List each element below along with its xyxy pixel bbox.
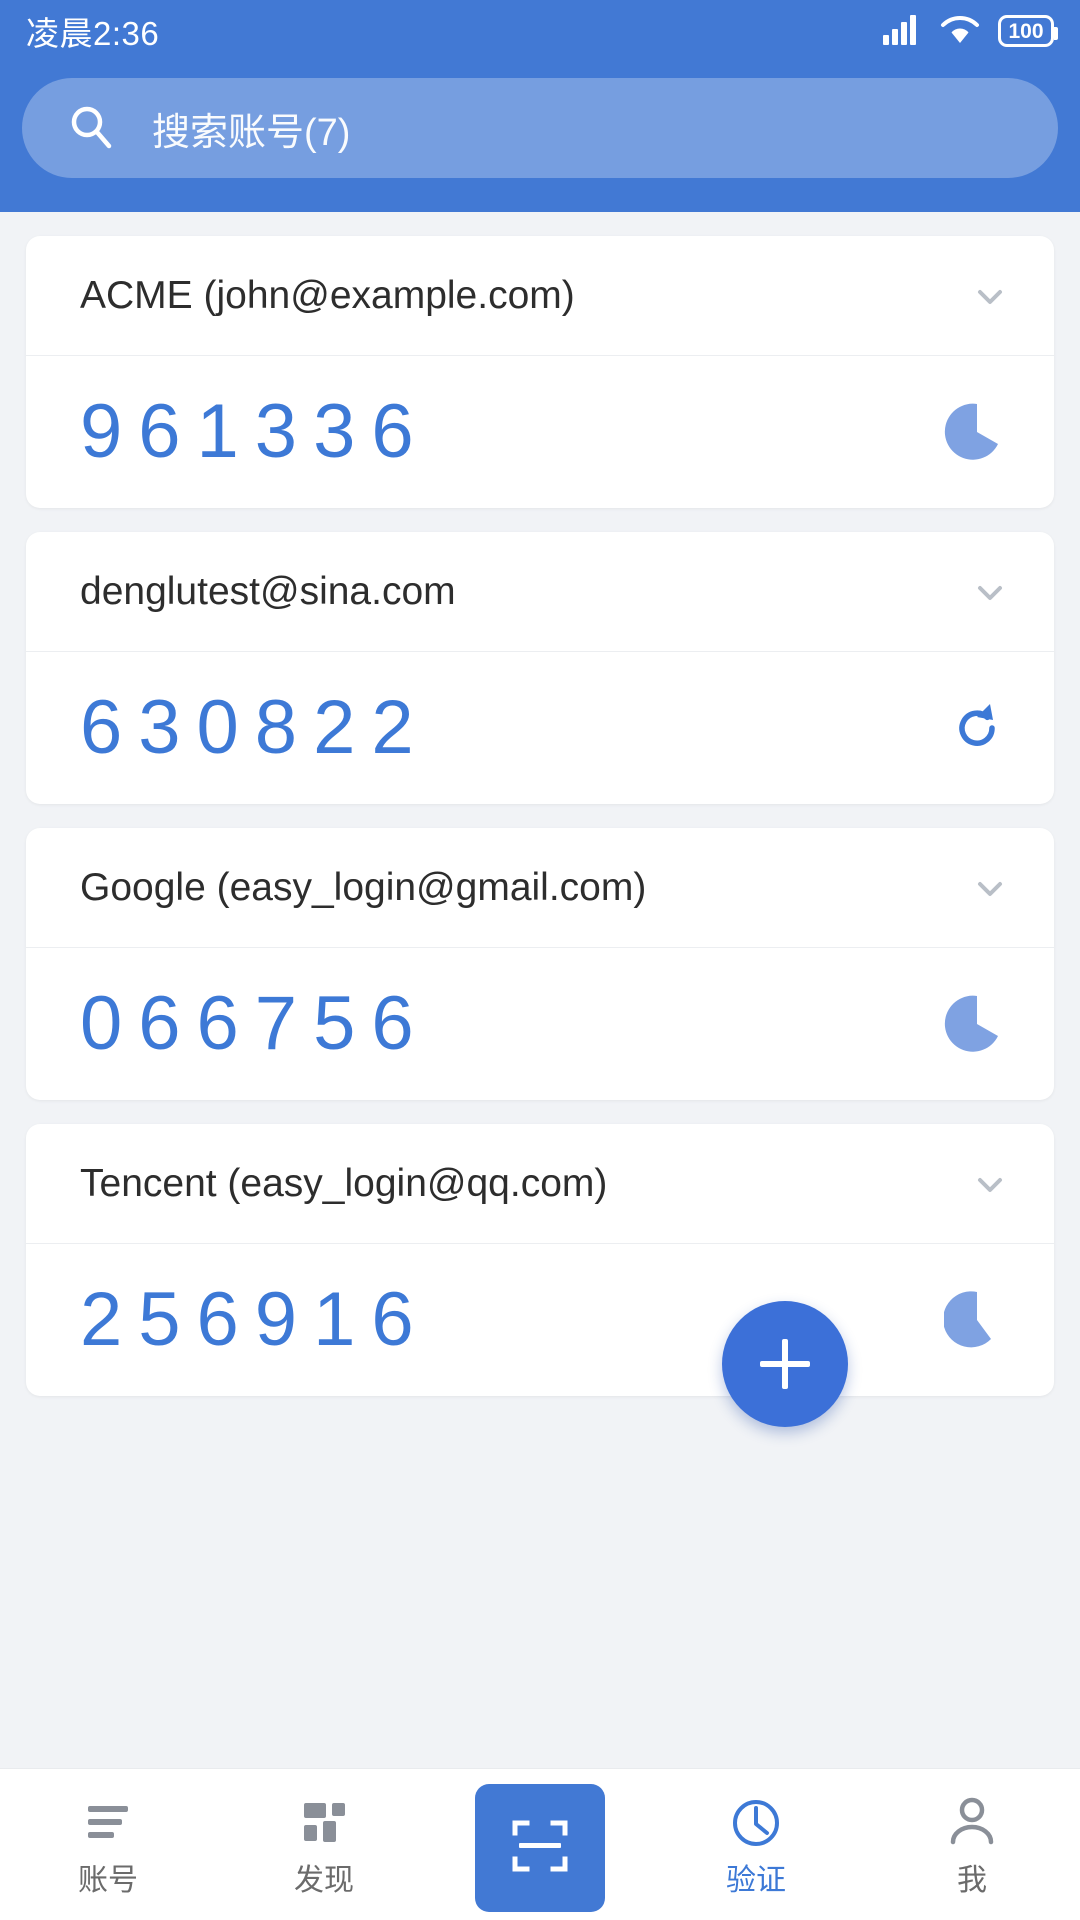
person-icon: [944, 1794, 1000, 1852]
account-title-row[interactable]: Google (easy_login@gmail.com): [26, 828, 1054, 948]
account-code-row[interactable]: 256916: [26, 1244, 1054, 1396]
nav-item-scan[interactable]: [432, 1769, 648, 1920]
account-list: ACME (john@example.com) 961336 denglutes…: [0, 212, 1080, 1396]
nav-label-profile: 我: [957, 1864, 987, 1897]
account-title: ACME (john@example.com): [80, 273, 575, 317]
nav-item-verify[interactable]: 验证: [648, 1769, 864, 1920]
otp-code[interactable]: 066756: [80, 986, 944, 1062]
search-icon: [68, 103, 114, 154]
account-title-row[interactable]: ACME (john@example.com): [26, 236, 1054, 356]
account-card[interactable]: ACME (john@example.com) 961336: [26, 236, 1054, 508]
app-header: 凌晨2:36 100 搜索账号(7): [0, 0, 1080, 212]
signal-icon: [882, 13, 922, 50]
nav-label-discover: 发现: [294, 1864, 354, 1897]
chevron-down-icon[interactable]: [970, 868, 1010, 908]
account-card[interactable]: Tencent (easy_login@qq.com) 256916: [26, 1124, 1054, 1396]
countdown-pie-icon: [944, 399, 1010, 465]
refresh-icon[interactable]: [944, 695, 1010, 761]
chevron-down-icon[interactable]: [970, 1164, 1010, 1204]
qr-scan-button[interactable]: [475, 1784, 605, 1912]
account-code-row[interactable]: 961336: [26, 356, 1054, 508]
otp-code[interactable]: 961336: [80, 394, 944, 470]
nav-item-accounts[interactable]: 账号: [0, 1769, 216, 1920]
account-title-row[interactable]: Tencent (easy_login@qq.com): [26, 1124, 1054, 1244]
status-bar-icons: 100: [882, 13, 1058, 50]
account-title-row[interactable]: denglutest@sina.com: [26, 532, 1054, 652]
battery-icon: 100: [998, 15, 1058, 47]
grid-icon: [296, 1794, 352, 1852]
battery-level: 100: [1008, 19, 1044, 43]
add-account-fab[interactable]: [722, 1301, 848, 1427]
nav-item-discover[interactable]: 发现: [216, 1769, 432, 1920]
nav-label-accounts: 账号: [78, 1864, 138, 1897]
account-title: denglutest@sina.com: [80, 569, 456, 613]
app-screen: 凌晨2:36 100 搜索账号(7) ACME (john@example.co…: [0, 0, 1080, 1920]
status-bar: 凌晨2:36 100: [0, 0, 1080, 62]
search-input[interactable]: 搜索账号(7): [22, 78, 1058, 178]
account-code-row[interactable]: 630822: [26, 652, 1054, 804]
bottom-navigation: 账号 发现 验证 我: [0, 1768, 1080, 1920]
account-title: Google (easy_login@gmail.com): [80, 865, 647, 909]
account-code-row[interactable]: 066756: [26, 948, 1054, 1100]
chevron-down-icon[interactable]: [970, 276, 1010, 316]
account-card[interactable]: Google (easy_login@gmail.com) 066756: [26, 828, 1054, 1100]
chevron-down-icon[interactable]: [970, 572, 1010, 612]
otp-code[interactable]: 630822: [80, 690, 944, 766]
clock-icon: [728, 1794, 784, 1852]
wifi-icon: [939, 13, 981, 50]
list-icon: [80, 1794, 136, 1852]
qr-scan-icon: [507, 1813, 573, 1884]
account-card[interactable]: denglutest@sina.com 630822: [26, 532, 1054, 804]
nav-label-verify: 验证: [726, 1864, 786, 1897]
nav-item-profile[interactable]: 我: [864, 1769, 1080, 1920]
search-placeholder: 搜索账号(7): [152, 111, 351, 154]
account-title: Tencent (easy_login@qq.com): [80, 1161, 608, 1205]
status-bar-time: 凌晨2:36: [26, 15, 160, 52]
countdown-pie-icon: [944, 1287, 1010, 1353]
plus-icon: [760, 1339, 810, 1389]
countdown-pie-icon: [944, 991, 1010, 1057]
